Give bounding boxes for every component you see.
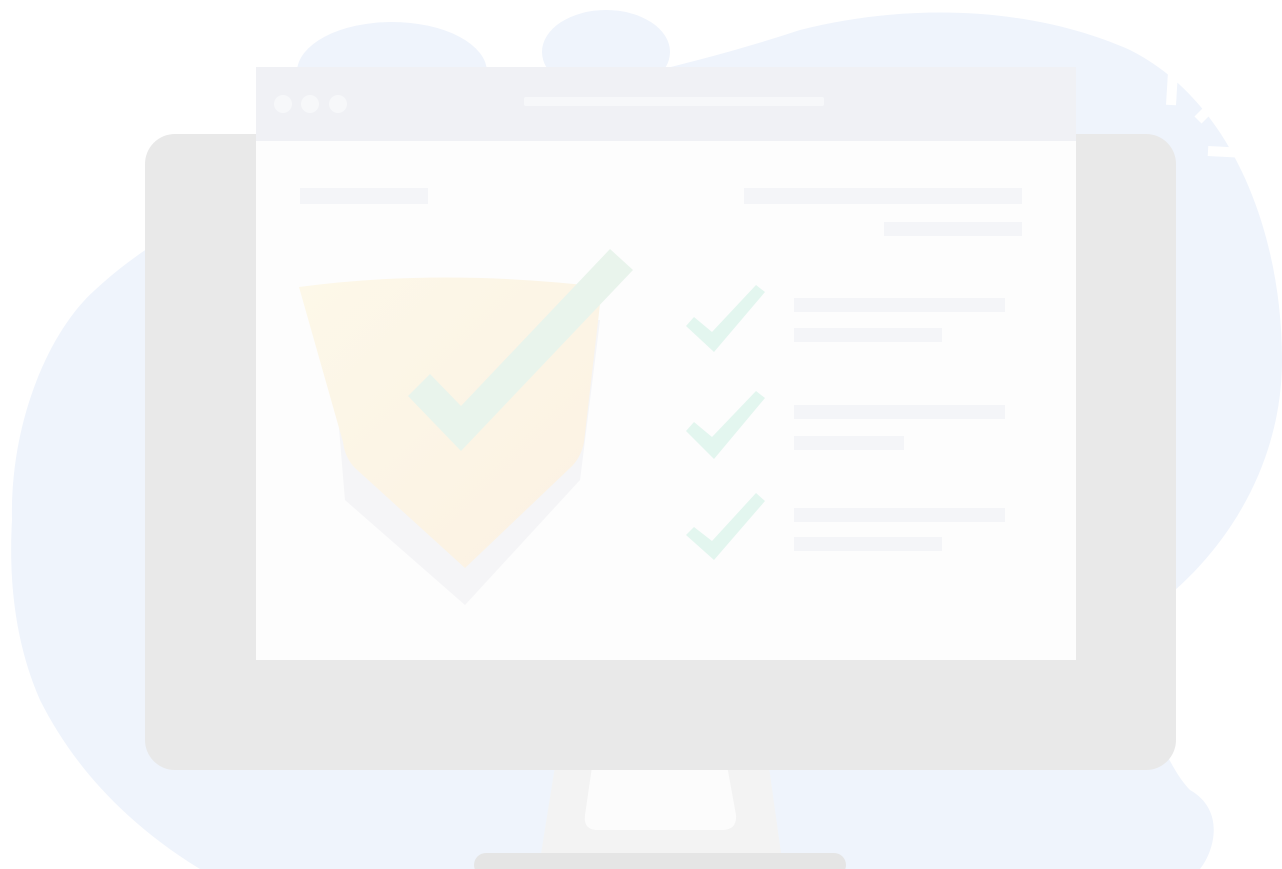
window-dot: [274, 95, 292, 113]
window-dot: [301, 95, 319, 113]
placeholder-line: [794, 328, 942, 342]
placeholder-line: [884, 222, 1022, 236]
address-bar-placeholder: [524, 97, 824, 106]
placeholder-line: [744, 188, 1022, 204]
placeholder-line: [794, 436, 904, 450]
placeholder-line: [794, 405, 1005, 419]
monitor-security-illustration: [11, 10, 1282, 869]
placeholder-line: [794, 298, 1005, 312]
placeholder-line: [300, 188, 428, 204]
placeholder-line: [794, 508, 1005, 522]
window-dot: [329, 95, 347, 113]
illustration-stage: [0, 0, 1282, 869]
placeholder-line: [794, 537, 942, 551]
